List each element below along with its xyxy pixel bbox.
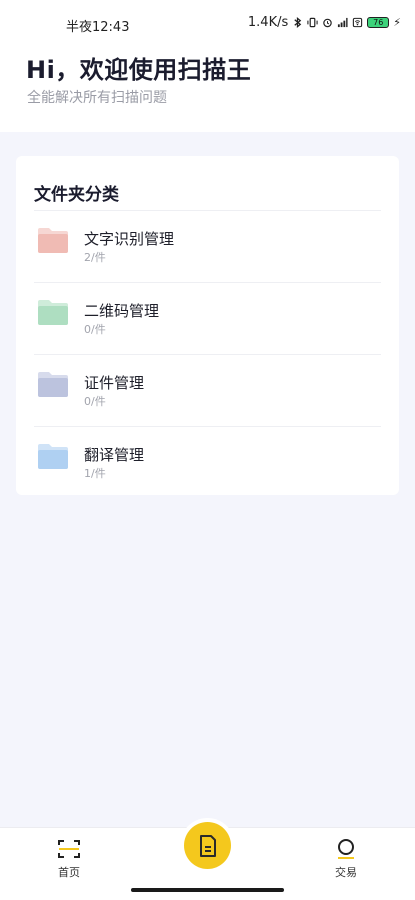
scan-document-button[interactable]: [184, 822, 231, 869]
nav-trade[interactable]: 交易: [316, 838, 376, 880]
scan-icon: [58, 840, 80, 858]
folder-item-certificate[interactable]: 证件管理 0/件: [34, 355, 381, 427]
folder-name: 翻译管理: [84, 446, 145, 464]
folder-count: 0/件: [84, 395, 106, 408]
battery-level: 76: [373, 18, 384, 27]
folder-count: 1/件: [84, 467, 106, 480]
folder-count: 2/件: [84, 251, 106, 264]
card-title: 文件夹分类: [34, 185, 119, 205]
nav-trade-label: 交易: [335, 866, 357, 879]
greeting-title: Hi，欢迎使用扫描王: [26, 56, 252, 84]
status-icons: 1.4K/s 76 ⚡: [248, 15, 401, 30]
folder-category-card: 文件夹分类 文字识别管理 2/件 二维码管理 0/件 证件管理 0/件 翻译管理…: [16, 156, 399, 495]
battery-icon: 76: [367, 17, 390, 28]
folder-count: 0/件: [84, 323, 106, 336]
network-speed: 1.4K/s: [247, 15, 289, 30]
document-icon: [199, 834, 216, 857]
folder-item-qrcode[interactable]: 二维码管理 0/件: [34, 283, 381, 355]
folder-name: 文字识别管理: [84, 230, 175, 248]
folder-icon: [38, 300, 68, 325]
folder-name: 二维码管理: [84, 302, 160, 320]
status-bar: 半夜12:43 1.4K/s 76 ⚡: [0, 10, 415, 38]
folder-icon: [38, 444, 68, 469]
wifi-icon: [353, 17, 363, 28]
folder-icon: [38, 372, 68, 397]
bluetooth-icon: [294, 17, 302, 28]
nav-home[interactable]: 首页: [39, 838, 99, 880]
folder-name: 证件管理: [84, 374, 145, 392]
status-time: 半夜12:43: [66, 20, 130, 35]
trade-icon: [338, 839, 354, 859]
signal-icon: [338, 17, 348, 28]
vibrate-icon: [307, 17, 318, 28]
charging-icon: ⚡: [393, 16, 401, 29]
greeting-subtitle: 全能解决所有扫描问题: [27, 90, 167, 106]
nav-home-label: 首页: [58, 866, 80, 879]
home-indicator: [131, 888, 284, 892]
alarm-icon: [323, 18, 333, 28]
folder-item-translation[interactable]: 翻译管理 1/件: [34, 427, 381, 499]
folder-item-text-recognition[interactable]: 文字识别管理 2/件: [34, 211, 381, 283]
folder-icon: [38, 228, 68, 253]
